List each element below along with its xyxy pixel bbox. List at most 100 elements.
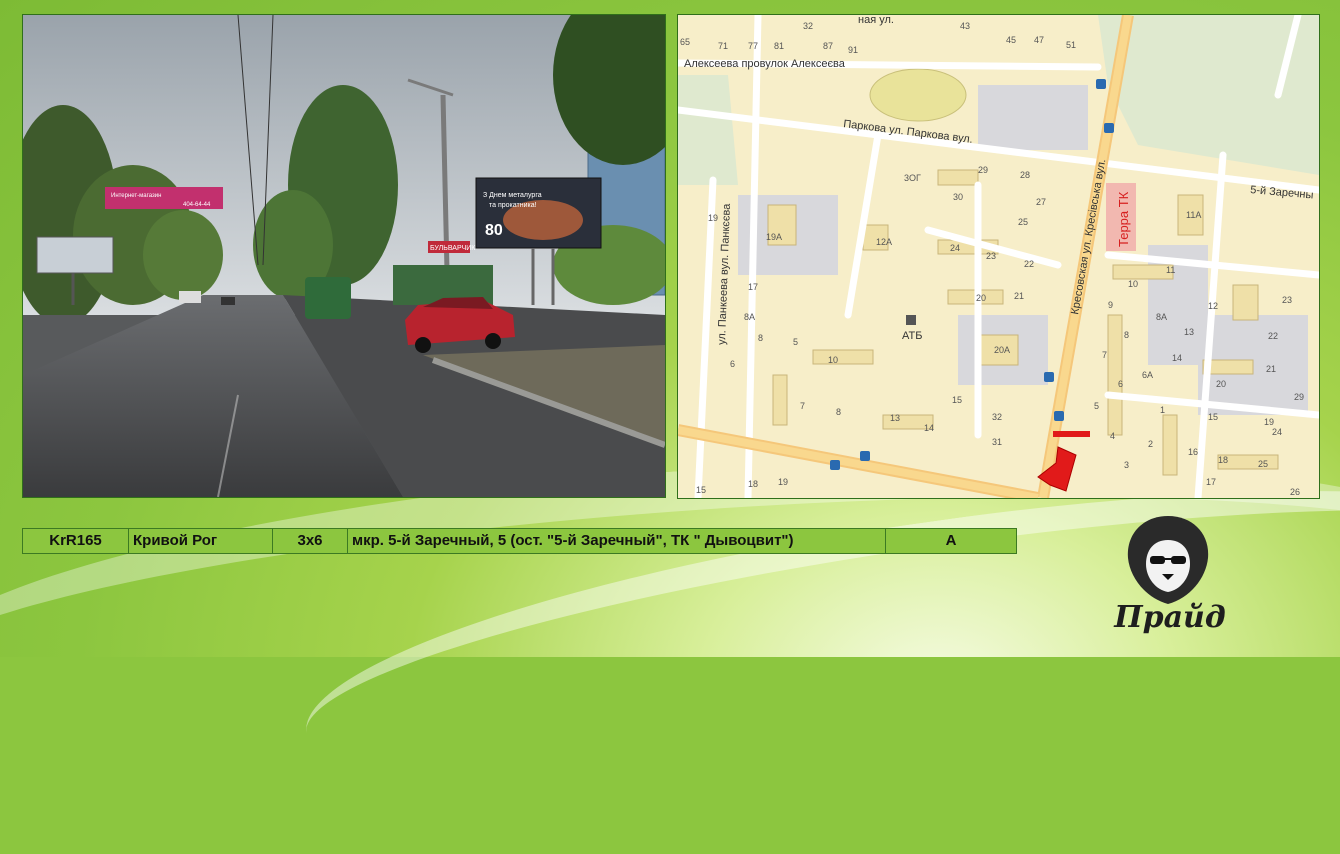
house-number: 15 <box>696 485 706 495</box>
location-map: Алексеева провулок Алексеєва Паркова ул.… <box>677 14 1320 499</box>
cart-icon <box>906 315 916 325</box>
billboard-info-row: KrR165 Кривой Рог 3x6 мкр. 5-й Заречный,… <box>22 528 1017 554</box>
house-number: 17 <box>1206 477 1216 487</box>
house-number: 23 <box>986 251 996 261</box>
house-number: 25 <box>1018 217 1028 227</box>
shop-sign: БУЛЬВАРЧИК <box>430 245 476 252</box>
house-number: 47 <box>1034 35 1044 45</box>
house-number: 14 <box>924 423 934 433</box>
street-photo-illustration: Интернет-магазин 404-64-44 З Днем металу… <box>23 15 665 497</box>
house-number: 22 <box>1024 259 1034 269</box>
house-number: 12 <box>1208 301 1218 311</box>
house-number: 8А <box>744 312 755 322</box>
billboard-text: З Днем металурга <box>483 192 542 199</box>
house-number: 65 <box>680 37 690 47</box>
house-number: 91 <box>848 45 858 55</box>
house-number: 15 <box>952 395 962 405</box>
house-number: 19 <box>1264 417 1274 427</box>
house-number: 81 <box>774 41 784 51</box>
poi-atb-label: АТБ <box>902 330 922 342</box>
house-number: 10 <box>1128 279 1138 289</box>
house-number: 20 <box>976 293 986 303</box>
house-number: 18 <box>1218 455 1228 465</box>
street-label: Алексеева провулок Алексеєва <box>684 58 846 70</box>
billboard-text: та прокатника! <box>489 202 537 209</box>
house-number: 6 <box>1118 379 1123 389</box>
billboard-size: 3x6 <box>273 529 348 553</box>
bus-stop-icon <box>1096 79 1106 89</box>
address: мкр. 5-й Заречный, 5 (ост. "5-й Заречный… <box>348 529 886 553</box>
house-number: 24 <box>950 243 960 253</box>
house-number: 15 <box>1208 412 1218 422</box>
house-number: 2 <box>1148 439 1153 449</box>
bus-stop-icon <box>1104 123 1114 133</box>
house-number: 12А <box>876 237 892 247</box>
house-number: 71 <box>718 41 728 51</box>
house-number: 77 <box>748 41 758 51</box>
poi-terra-label: Терра ТК <box>1116 191 1131 247</box>
house-number: 29 <box>978 165 988 175</box>
house-number: 8 <box>836 407 841 417</box>
house-number: 13 <box>890 413 900 423</box>
billboard-location-marker <box>1053 431 1090 437</box>
map-illustration: Алексеева провулок Алексеєва Паркова ул.… <box>678 15 1319 498</box>
house-number: 5 <box>793 337 798 347</box>
house-number: 26 <box>1290 487 1300 497</box>
house-number: 4 <box>1110 431 1115 441</box>
bus-stop-icon <box>830 460 840 470</box>
house-number: 8А <box>1156 312 1167 322</box>
house-number: 45 <box>1006 35 1016 45</box>
house-number: 28 <box>1020 170 1030 180</box>
house-number: 25 <box>1258 459 1268 469</box>
house-number: 8 <box>758 333 763 343</box>
house-number: 18 <box>748 479 758 489</box>
billboard-side: А <box>945 532 957 549</box>
house-number: 13 <box>1184 327 1194 337</box>
bus-stop-icon <box>1054 411 1064 421</box>
house-number: 7 <box>800 401 805 411</box>
house-number: 22 <box>1268 331 1278 341</box>
brand-name: Прайд <box>1114 600 1226 635</box>
street-label: ная ул. <box>858 15 894 26</box>
house-number: 32 <box>992 412 1002 422</box>
van <box>305 277 351 319</box>
city: Кривой Рог <box>129 529 273 553</box>
house-number: 19 <box>708 213 718 223</box>
bus-stop-icon <box>1044 372 1054 382</box>
house-number: 31 <box>992 437 1002 447</box>
house-number: 21 <box>1266 364 1276 374</box>
house-number: 29 <box>1294 392 1304 402</box>
house-number: 6 <box>730 359 735 369</box>
billboard-number: 80 <box>485 222 503 239</box>
house-number: 21 <box>1014 291 1024 301</box>
house-number: 8 <box>1124 330 1129 340</box>
house-number: 19 <box>778 477 788 487</box>
house-number: 1 <box>1160 405 1165 415</box>
house-number: 3 <box>1124 460 1129 470</box>
house-number: 30 <box>953 192 963 202</box>
house-number: 20А <box>994 345 1010 355</box>
house-number: 27 <box>1036 197 1046 207</box>
house-number: 7 <box>1102 350 1107 360</box>
banner-phone: 404-64-44 <box>183 202 211 208</box>
house-number: 16 <box>1188 447 1198 457</box>
house-number: 3ОГ <box>904 173 921 183</box>
house-number: 19А <box>766 232 782 242</box>
house-number: 43 <box>960 21 970 31</box>
house-number: 20 <box>1216 379 1226 389</box>
house-number: 87 <box>823 41 833 51</box>
house-number: 17 <box>748 282 758 292</box>
house-number: 6А <box>1142 370 1153 380</box>
house-number: 10 <box>828 355 838 365</box>
house-number: 9 <box>1108 300 1113 310</box>
house-number: 23 <box>1282 295 1292 305</box>
house-number: 11А <box>1186 210 1201 220</box>
house-number: 11 <box>1166 265 1175 275</box>
house-number: 5 <box>1094 401 1099 411</box>
banner-text: Интернет-магазин <box>111 193 161 199</box>
street-photo: Интернет-магазин 404-64-44 З Днем металу… <box>22 14 666 498</box>
house-number: 14 <box>1172 353 1182 363</box>
billboard-code: KrR165 <box>23 529 129 553</box>
house-number: 32 <box>803 21 813 31</box>
house-number: 51 <box>1066 40 1076 50</box>
